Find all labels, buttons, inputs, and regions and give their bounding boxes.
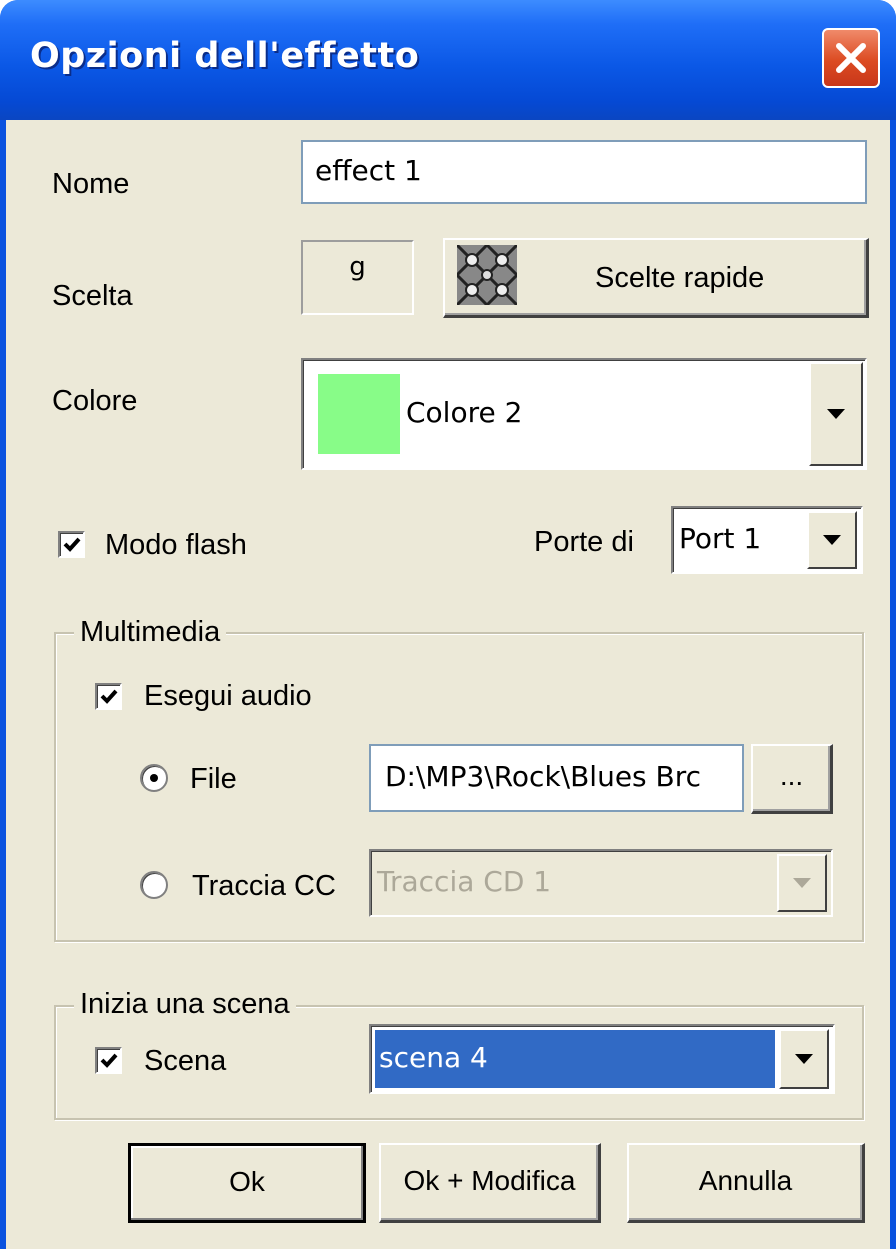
shortcut-key-value: g (349, 252, 366, 282)
ok-edit-button[interactable]: Ok + Modifica (379, 1143, 601, 1223)
name-input[interactable]: effect 1 (301, 140, 867, 204)
scene-dropdown-arrow[interactable] (779, 1029, 829, 1089)
cd-track-dropdown-arrow[interactable] (777, 854, 827, 912)
dialog-window: Opzioni dell'effetto Nome effect 1 Scelt… (0, 0, 896, 1249)
play-audio-label: Esegui audio (144, 680, 312, 712)
browse-button[interactable]: ... (751, 744, 833, 814)
ok-button[interactable]: Ok (128, 1143, 366, 1223)
quick-choices-button[interactable]: Scelte rapide (443, 238, 869, 318)
port-selected-value: Port 1 (679, 522, 762, 555)
scene-label: Scena (144, 1045, 227, 1077)
title-bar[interactable]: Opzioni dell'effetto (0, 0, 896, 120)
port-label: Porte di (534, 526, 634, 558)
name-label: Nome (52, 168, 130, 200)
cd-track-radio[interactable] (140, 871, 168, 899)
color-swatch (318, 374, 400, 454)
file-path-input[interactable]: D:\MP3\Rock\Blues Brc (369, 744, 744, 812)
cancel-button[interactable]: Annulla (627, 1143, 865, 1223)
scene-selected-value: scena 4 (379, 1041, 488, 1074)
ok-label: Ok (229, 1166, 265, 1197)
multimedia-legend: Multimedia (74, 616, 227, 649)
dice-pattern-icon (454, 242, 520, 312)
shortcut-label: Scelta (52, 280, 133, 312)
color-dropdown[interactable]: Colore 2 (301, 358, 867, 470)
file-radio[interactable] (140, 764, 168, 792)
port-dropdown[interactable]: Port 1 (671, 506, 863, 574)
quick-choices-label: Scelte rapide (595, 262, 765, 294)
start-scene-legend: Inizia una scena (74, 988, 296, 1021)
color-label: Colore (52, 385, 138, 417)
dialog-body: Nome effect 1 Scelta g Scelte rapide Col… (6, 120, 890, 1249)
play-audio-checkbox[interactable] (95, 683, 122, 710)
shortcut-key-field[interactable]: g (301, 240, 414, 315)
cancel-label: Annulla (698, 1165, 793, 1196)
color-selected-value: Colore 2 (406, 396, 523, 429)
file-label: File (190, 763, 237, 795)
color-dropdown-arrow[interactable] (809, 362, 863, 466)
cd-track-selected-value: Traccia CD 1 (377, 865, 552, 898)
dialog-title: Opzioni dell'effetto (30, 36, 420, 76)
ok-edit-label: Ok + Modifica (403, 1165, 576, 1196)
scene-checkbox[interactable] (95, 1047, 122, 1074)
cd-track-dropdown[interactable]: Traccia CD 1 (369, 849, 833, 917)
scene-dropdown[interactable]: scena 4 (369, 1024, 835, 1094)
cd-track-label: Traccia CC (192, 870, 336, 902)
flash-mode-checkbox[interactable] (58, 531, 85, 558)
browse-label: ... (779, 760, 804, 791)
port-dropdown-arrow[interactable] (807, 511, 857, 569)
close-button[interactable] (822, 28, 880, 88)
flash-mode-label: Modo flash (105, 529, 247, 561)
